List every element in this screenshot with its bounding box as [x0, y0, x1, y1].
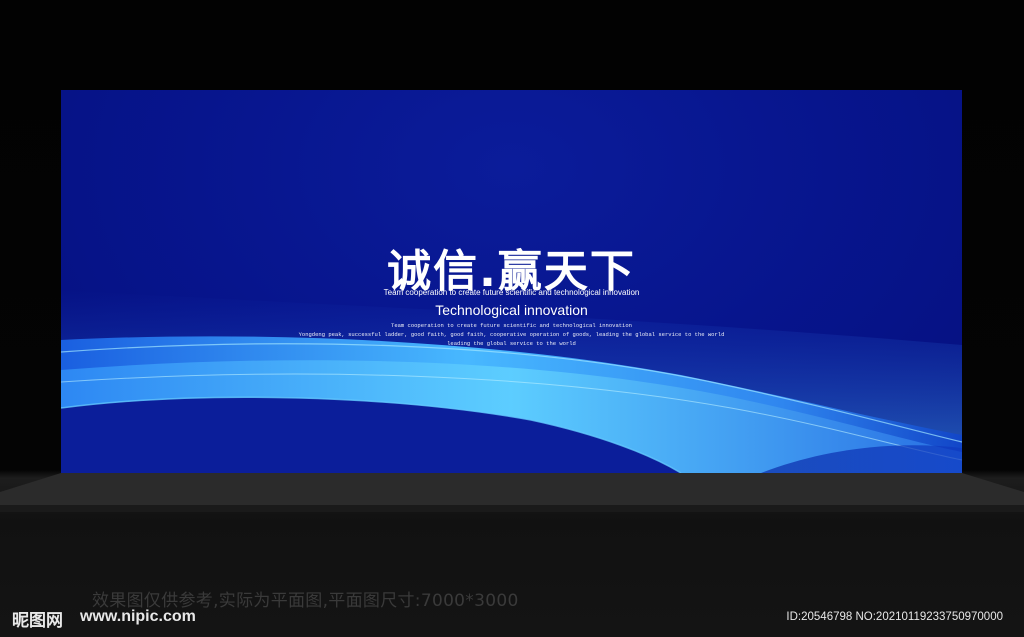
banner-subtitle-small: Team cooperation to create future scient…	[383, 288, 640, 297]
watermark-url: www.nipic.com	[80, 608, 196, 625]
banner-small-line-1: Team cooperation to create future scient…	[391, 322, 632, 329]
banner-small-line-3: leading the global service to the world	[447, 340, 576, 347]
banner-subtitle-large: Technological innovation	[435, 302, 588, 318]
stage-banner: 诚信.赢天下 Team cooperation to create future…	[61, 90, 962, 473]
banner-small-line-2: Yongdeng peak, successful ladder, good f…	[298, 331, 725, 338]
watermark-id: ID:20546798 NO:20210119233750970000	[786, 611, 1003, 623]
watermark-logo: 昵图网	[12, 611, 63, 631]
